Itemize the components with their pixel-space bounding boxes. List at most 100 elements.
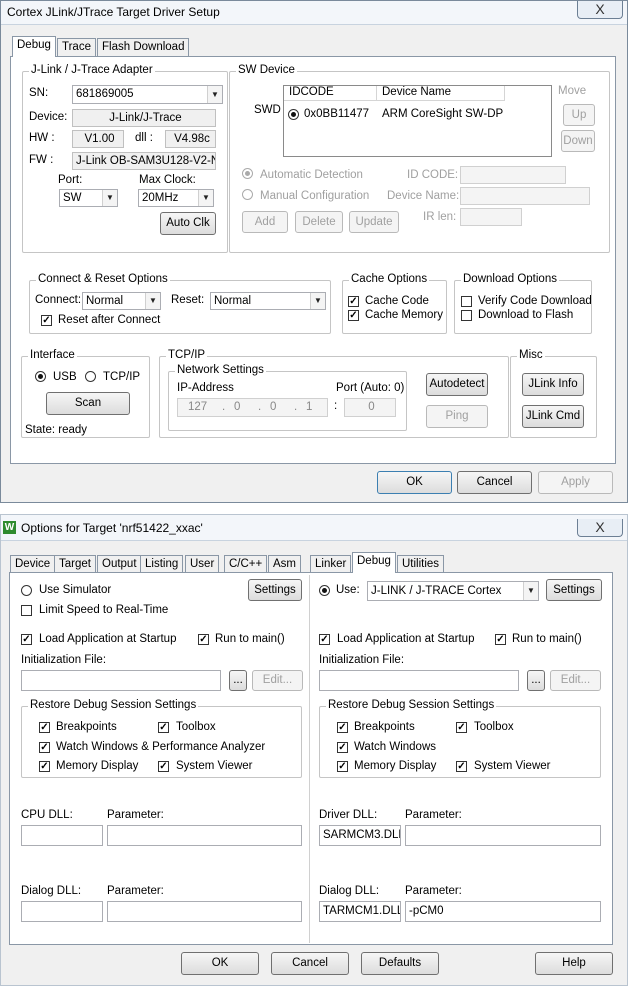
port-field[interactable]: 0 [344,398,396,417]
move-label: Move [558,85,587,97]
cache-code-checkbox[interactable]: ✓ [348,296,359,307]
ip-address-field[interactable]: 127 . 0 . 0 . 1 [177,398,328,417]
autodetect-button[interactable]: Autodetect [426,373,488,396]
load-app-checkbox[interactable]: ✓ [21,634,32,645]
cancel-button[interactable]: Cancel [271,952,349,975]
dialog-dll-input[interactable]: TARMCM1.DLL [319,901,401,922]
sim-settings-button[interactable]: Settings [248,579,302,601]
device-name-field[interactable] [460,187,590,205]
tab-user[interactable]: User [185,555,220,573]
col-device-name[interactable]: Device Name [377,86,505,101]
ok-button[interactable]: OK [181,952,259,975]
tcpip-radio[interactable] [85,371,96,382]
connect-combo[interactable]: Normal ▼ [82,292,161,310]
auto-clk-button[interactable]: Auto Clk [160,212,216,235]
tab-target[interactable]: Target [54,555,96,573]
max-clock-combo[interactable]: 20MHz ▼ [138,189,214,207]
auto-detection-radio[interactable] [242,168,253,179]
up-button[interactable]: Up [563,104,595,126]
init-file-input[interactable] [21,670,221,691]
watch-windows-checkbox[interactable]: ✓ [39,742,50,753]
delete-button[interactable]: Delete [295,211,343,233]
jlink-cmd-button[interactable]: JLink Cmd [522,405,584,428]
update-button[interactable]: Update [349,211,399,233]
chevron-down-icon[interactable]: ▼ [310,293,325,309]
reset-after-connect-checkbox[interactable]: ✓ [41,315,52,326]
run-main-checkbox[interactable]: ✓ [198,634,209,645]
chevron-down-icon[interactable]: ▼ [207,86,222,103]
reset-combo[interactable]: Normal ▼ [210,292,326,310]
defaults-button[interactable]: Defaults [361,952,439,975]
dialog-parameter-input[interactable]: -pCM0 [405,901,601,922]
tab-asm[interactable]: Asm [268,555,301,573]
tab-utilities[interactable]: Utilities [397,555,445,573]
tab-device[interactable]: Device [10,555,56,573]
ping-button[interactable]: Ping [426,405,488,428]
apply-button[interactable]: Apply [538,471,613,494]
use-driver-radio[interactable] [319,585,330,596]
download-to-flash-checkbox[interactable] [461,310,472,321]
tab-flash-download[interactable]: Flash Download [97,38,190,56]
col-idcode[interactable]: IDCODE [284,86,377,101]
driver-dll-input[interactable]: SARMCM3.DLL [319,825,401,846]
usb-radio[interactable] [35,371,46,382]
tcpip-group: TCP/IP Network Settings IP-Address 127 .… [159,349,509,438]
chevron-down-icon[interactable]: ▼ [102,190,117,206]
tab-debug[interactable]: Debug [352,552,396,573]
breakpoints-checkbox[interactable]: ✓ [39,722,50,733]
edit-button[interactable]: Edit... [252,670,303,691]
driver-settings-button[interactable]: Settings [546,579,602,601]
cpu-parameter-input[interactable] [107,825,302,846]
tab-output[interactable]: Output [97,555,142,573]
memory-display-checkbox[interactable]: ✓ [39,761,50,772]
browse-button[interactable]: ... [229,670,247,691]
tab-listing[interactable]: Listing [140,555,184,573]
chevron-down-icon[interactable]: ▼ [198,190,213,206]
scan-button[interactable]: Scan [46,392,130,415]
load-app-checkbox[interactable]: ✓ [319,634,330,645]
driver-combo[interactable]: J-LINK / J-TRACE Cortex ▼ [367,581,539,601]
edit-button[interactable]: Edit... [550,670,601,691]
driver-parameter-input[interactable] [405,825,601,846]
manual-config-radio[interactable] [242,189,253,200]
close-button[interactable]: X [577,1,623,19]
breakpoints-checkbox[interactable]: ✓ [337,722,348,733]
ir-len-field[interactable] [460,208,522,226]
use-simulator-radio[interactable] [21,585,32,596]
cpu-dll-input[interactable] [21,825,103,846]
dialog-dll-input[interactable] [21,901,103,922]
close-button[interactable]: X [577,519,623,537]
toolbox-checkbox[interactable]: ✓ [456,722,467,733]
verify-download-checkbox[interactable] [461,296,472,307]
cancel-button[interactable]: Cancel [457,471,532,494]
table-row[interactable]: 0x0BB11477 ARM CoreSight SW-DP [288,107,548,123]
run-main-checkbox[interactable]: ✓ [495,634,506,645]
toolbox-checkbox[interactable]: ✓ [158,722,169,733]
chevron-down-icon[interactable]: ▼ [523,582,538,600]
tab-debug[interactable]: Debug [12,36,56,57]
selected-radio[interactable] [288,109,299,120]
sn-combo[interactable]: 681869005 ▼ [72,85,223,104]
system-viewer-checkbox[interactable]: ✓ [158,761,169,772]
dialog-parameter-input[interactable] [107,901,302,922]
id-code-field[interactable] [460,166,566,184]
system-viewer-checkbox[interactable]: ✓ [456,761,467,772]
limit-speed-checkbox[interactable] [21,605,32,616]
add-button[interactable]: Add [242,211,288,233]
tab-cpp[interactable]: C/C++ [224,555,268,573]
ok-button[interactable]: OK [377,471,452,494]
port-combo[interactable]: SW ▼ [59,189,118,207]
tab-trace[interactable]: Trace [57,38,96,56]
memory-display-checkbox[interactable]: ✓ [337,761,348,772]
chevron-down-icon[interactable]: ▼ [145,293,160,309]
help-button[interactable]: Help [535,952,613,975]
cache-memory-checkbox[interactable]: ✓ [348,310,359,321]
browse-button[interactable]: ... [527,670,545,691]
down-button[interactable]: Down [561,130,595,152]
tab-linker[interactable]: Linker [310,555,352,573]
jlink-info-button[interactable]: JLink Info [522,373,584,396]
watch-windows-checkbox[interactable]: ✓ [337,742,348,753]
watch-windows-label: Watch Windows [354,741,437,753]
dll-label: dll : [135,132,153,144]
init-file-input[interactable] [319,670,519,691]
